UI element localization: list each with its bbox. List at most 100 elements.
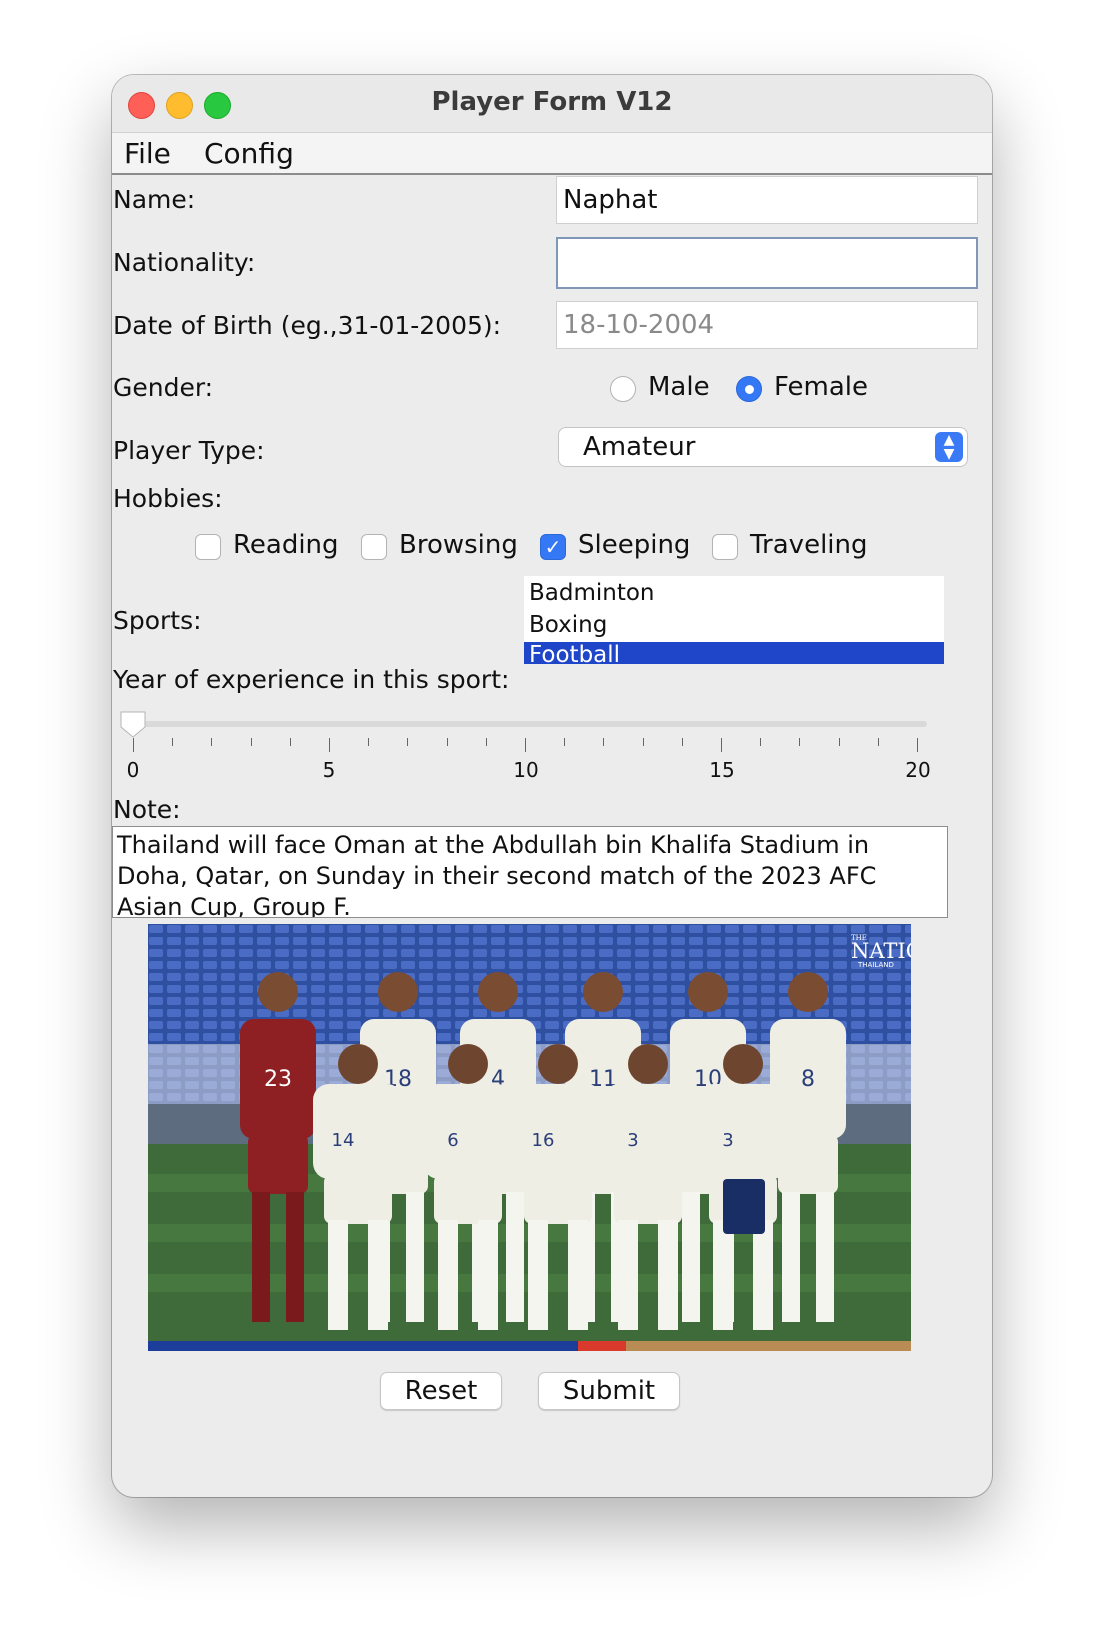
- minor-tick: [485, 738, 487, 746]
- reset-button[interactable]: Reset: [380, 1372, 502, 1410]
- player-torso: [698, 1084, 788, 1179]
- minor-tick: [289, 738, 291, 746]
- checkmark-icon: ✓: [544, 535, 562, 559]
- experience-slider-track[interactable]: [137, 721, 927, 727]
- experience-slider-thumb[interactable]: [118, 709, 148, 739]
- player-leg: [618, 1220, 638, 1330]
- player-leg: [328, 1220, 348, 1330]
- shirt-number: 3: [722, 1130, 733, 1151]
- major-tick: [917, 738, 918, 752]
- player-shorts: [614, 1174, 682, 1224]
- updown-chevron-icon: ▲ ▼: [935, 432, 963, 462]
- shirt-number: 23: [264, 1067, 292, 1092]
- menu-bar: File Config: [112, 133, 992, 175]
- player-leg: [568, 1220, 588, 1330]
- gender-label: Gender:: [113, 373, 214, 402]
- major-tick: [329, 738, 330, 752]
- player-leg: [286, 1192, 304, 1322]
- sports-list-item[interactable]: Badminton: [524, 580, 944, 606]
- player-head: [338, 1044, 378, 1084]
- major-tick: [133, 738, 134, 752]
- player-type-label: Player Type:: [113, 436, 265, 465]
- minor-tick: [250, 738, 252, 746]
- gender-male-radio[interactable]: [610, 376, 636, 402]
- player-head: [538, 1044, 578, 1084]
- hobby-sleeping-checkbox[interactable]: ✓: [540, 534, 566, 560]
- minor-tick: [446, 738, 448, 746]
- player-type-value: Amateur: [583, 432, 696, 462]
- minor-tick: [642, 738, 644, 746]
- player-form-window: Player Form V12 File Config Name: Naphat…: [112, 75, 992, 1497]
- sports-label: Sports:: [113, 606, 202, 635]
- tick-label-5: 5: [322, 758, 336, 782]
- shirt-number: 16: [532, 1130, 555, 1151]
- player-leg: [478, 1220, 498, 1330]
- player-torso: [423, 1084, 513, 1179]
- hobby-browsing-label: Browsing: [399, 530, 518, 560]
- player-head: [583, 972, 623, 1012]
- major-tick: [721, 738, 722, 752]
- watermark-sub: THAILAND: [857, 961, 894, 969]
- team-photo-image: 23184111081461633 THE NATION THAILAND: [148, 924, 911, 1351]
- player-leg: [252, 1192, 270, 1322]
- player-leg: [368, 1220, 388, 1330]
- name-label: Name:: [113, 185, 196, 214]
- gender-female-radio[interactable]: [736, 376, 762, 402]
- note-label: Note:: [113, 795, 181, 824]
- player-leg: [528, 1220, 548, 1330]
- player-shorts: [248, 1134, 308, 1194]
- player-leg: [816, 1192, 834, 1322]
- minor-tick: [838, 738, 840, 746]
- experience-label: Year of experience in this sport:: [113, 665, 510, 694]
- shirt-number: 14: [332, 1130, 355, 1151]
- note-textarea[interactable]: Thailand will face Oman at the Abdullah …: [112, 826, 948, 918]
- hobby-traveling-checkbox[interactable]: [712, 534, 738, 560]
- player-leg: [753, 1220, 773, 1330]
- player-head: [628, 1044, 668, 1084]
- player-shorts: [434, 1174, 502, 1224]
- tick-label-15: 15: [709, 758, 735, 782]
- minor-tick: [407, 738, 409, 746]
- player-leg: [782, 1192, 800, 1322]
- hobby-reading-checkbox[interactable]: [195, 534, 221, 560]
- title-bar: Player Form V12: [112, 75, 992, 133]
- player-leg: [406, 1192, 424, 1322]
- player-head: [378, 972, 418, 1012]
- dob-label: Date of Birth (eg.,31-01-2005):: [113, 311, 502, 340]
- player-leg: [438, 1220, 458, 1330]
- tick-label-0: 0: [126, 758, 140, 782]
- nationality-field[interactable]: [556, 237, 978, 289]
- watermark-logo: NATION: [851, 939, 911, 963]
- player-type-select[interactable]: Amateur ▲ ▼: [558, 427, 968, 467]
- submit-button[interactable]: Submit: [538, 1372, 680, 1410]
- player-shorts: [524, 1174, 592, 1224]
- player-shorts: [324, 1174, 392, 1224]
- hobby-browsing-checkbox[interactable]: [361, 534, 387, 560]
- menu-file[interactable]: File: [124, 137, 171, 170]
- sports-list[interactable]: Badminton Boxing Football: [524, 576, 944, 664]
- minor-tick: [368, 738, 370, 746]
- sports-list-item-selected[interactable]: Football: [524, 642, 944, 664]
- shirt-number: 6: [447, 1130, 458, 1151]
- player-head: [723, 1044, 763, 1084]
- window-title: Player Form V12: [431, 87, 673, 117]
- minor-tick: [799, 738, 801, 746]
- menu-config[interactable]: Config: [204, 137, 294, 170]
- minor-tick: [564, 738, 566, 746]
- player-head: [788, 972, 828, 1012]
- player-torso: [513, 1084, 603, 1179]
- team-photo: 23184111081461633 THE NATION THAILAND: [148, 924, 911, 1351]
- minor-tick: [172, 738, 174, 746]
- hobby-traveling-label: Traveling: [750, 530, 868, 560]
- shirt-number: 3: [627, 1130, 638, 1151]
- dob-field[interactable]: 18-10-2004: [556, 301, 978, 349]
- player-leg: [506, 1192, 524, 1322]
- player-head: [448, 1044, 488, 1084]
- player-leg: [713, 1220, 733, 1330]
- name-field[interactable]: Naphat: [556, 176, 978, 224]
- shirt-number: 8: [801, 1067, 815, 1092]
- tick-label-10: 10: [513, 758, 539, 782]
- sports-list-item[interactable]: Boxing: [524, 612, 944, 638]
- gender-female-label: Female: [774, 372, 869, 402]
- player-head: [688, 972, 728, 1012]
